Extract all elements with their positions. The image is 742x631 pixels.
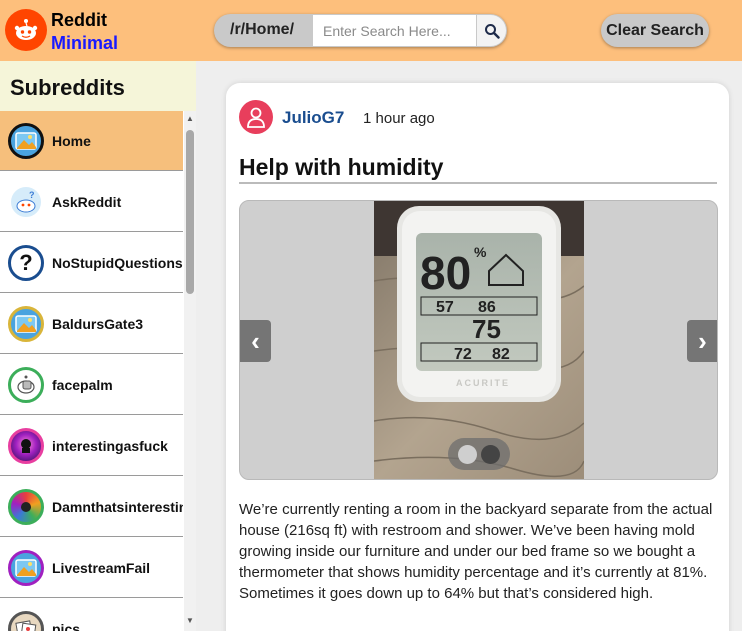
- sidebar-item-label: AskReddit: [52, 193, 122, 210]
- scroll-up-arrow-icon[interactable]: ▲: [184, 113, 196, 125]
- logo-title: Reddit: [51, 10, 107, 30]
- sidebar-item-askreddit[interactable]: ? AskReddit: [0, 172, 183, 232]
- gallery-dot-1[interactable]: [458, 445, 477, 464]
- livestreamfail-image-icon: [8, 549, 44, 586]
- subreddit-list: Home ? AskReddit ? NoStupidQuestions Bal…: [0, 111, 183, 631]
- sidebar-item-label: Home: [52, 132, 91, 149]
- post-card: JulioG7 1 hour ago Help with humidity 80…: [226, 83, 729, 631]
- sidebar-item-label: interestingasfuck: [52, 437, 168, 454]
- sidebar-item-damnthatsinteresting[interactable]: Damnthatsinteresting: [0, 477, 183, 537]
- sidebar-item-label: pics: [52, 620, 81, 631]
- subreddit-sidebar: Subreddits Home ? AskReddit ? NoStupidQu…: [0, 61, 196, 631]
- top-header: Reddit Minimal /r/Home/ Clear Search: [0, 0, 742, 61]
- pics-icon: [8, 610, 44, 631]
- display-min-temp: 72: [454, 346, 472, 363]
- magnifier-icon: [484, 23, 500, 39]
- search-input[interactable]: [313, 15, 476, 46]
- damnthatsinteresting-icon: [8, 488, 44, 525]
- post-body-text: We’re currently renting a room in the ba…: [239, 501, 713, 602]
- display-max-temp: 82: [492, 346, 510, 363]
- askreddit-icon: ?: [8, 183, 44, 220]
- gallery-prev-button[interactable]: ‹: [240, 320, 271, 362]
- sidebar-item-livestreamfail[interactable]: LivestreamFail: [0, 538, 183, 598]
- question-mark-icon: ?: [8, 244, 44, 281]
- device-brand: ACURITE: [456, 378, 510, 388]
- chevron-right-icon: ›: [698, 325, 707, 356]
- gallery-dot-2[interactable]: [481, 445, 500, 464]
- current-subreddit-path: /r/Home/: [230, 21, 295, 38]
- display-humidity: 80: [420, 247, 471, 299]
- reddit-logo-icon[interactable]: [5, 9, 47, 51]
- chevron-left-icon: ‹: [251, 325, 260, 356]
- gallery-next-button[interactable]: ›: [687, 320, 717, 362]
- search-bar: /r/Home/: [214, 14, 507, 47]
- sidebar-item-interestingasfuck[interactable]: interestingasfuck: [0, 416, 183, 476]
- sidebar-item-baldursgate3[interactable]: BaldursGate3: [0, 294, 183, 354]
- interestingasfuck-icon: [8, 427, 44, 464]
- sidebar-item-label: Damnthatsinteresting: [52, 498, 183, 515]
- post-timestamp: 1 hour ago: [363, 110, 435, 127]
- sidebar-item-pics[interactable]: pics: [0, 599, 183, 631]
- user-avatar-icon[interactable]: [239, 100, 273, 134]
- clear-search-button[interactable]: Clear Search: [601, 14, 709, 47]
- scroll-down-arrow-icon[interactable]: ▼: [184, 615, 196, 627]
- search-button[interactable]: [477, 15, 506, 46]
- sidebar-item-label: LivestreamFail: [52, 559, 151, 576]
- display-min-humidity: 57: [436, 299, 454, 316]
- home-image-icon: [8, 122, 44, 159]
- sidebar-item-label: NoStupidQuestions: [52, 254, 183, 271]
- title-divider: [239, 182, 717, 184]
- image-gallery: 80 % 57 86 75 72 82 ACURITE ‹ ›: [239, 200, 718, 480]
- display-temperature: 75: [472, 314, 501, 344]
- logo-subtitle: Minimal: [51, 33, 119, 53]
- sidebar-item-facepalm[interactable]: facepalm: [0, 355, 183, 415]
- post-title: Help with humidity: [239, 154, 444, 180]
- baldursgate3-image-icon: [8, 305, 44, 342]
- svg-text:?: ?: [29, 190, 35, 200]
- facepalm-icon: [8, 366, 44, 403]
- sidebar-item-label: BaldursGate3: [52, 315, 144, 332]
- sidebar-item-nostupidquestions[interactable]: ? NoStupidQuestions: [0, 233, 183, 293]
- sidebar-title: Subreddits: [0, 61, 196, 111]
- sidebar-scroll-thumb[interactable]: [186, 130, 194, 294]
- gallery-pagination: [448, 438, 510, 470]
- svg-text:%: %: [474, 244, 487, 260]
- sidebar-item-home[interactable]: Home: [0, 111, 183, 171]
- sidebar-item-label: facepalm: [52, 376, 113, 393]
- post-author[interactable]: JulioG7: [282, 108, 344, 128]
